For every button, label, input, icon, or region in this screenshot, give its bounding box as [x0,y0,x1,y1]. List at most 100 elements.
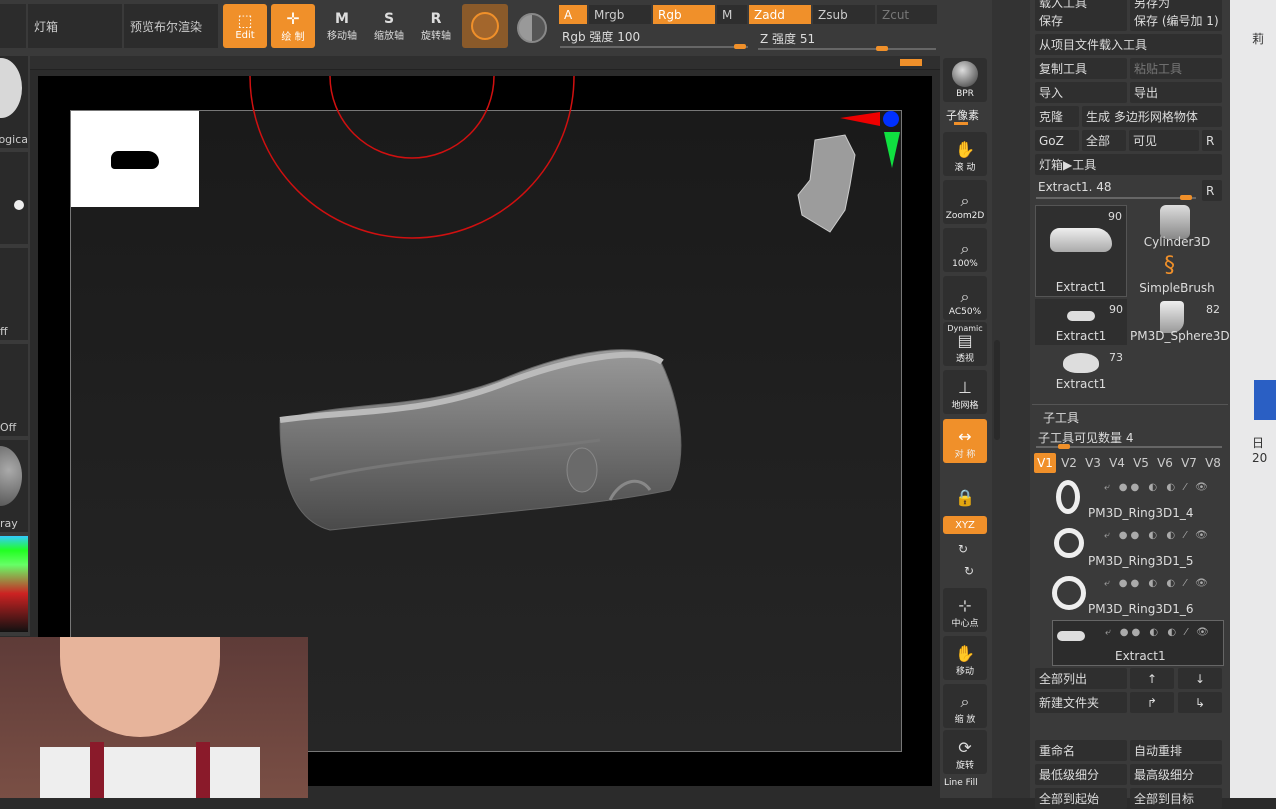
all-to-target-button[interactable]: 全部到目标 [1130,788,1222,809]
save-button[interactable]: 保存 [1035,10,1127,31]
toolbar-edge-button[interactable] [0,4,26,48]
z-intensity-slider[interactable] [758,48,936,50]
move-view-button[interactable]: ✋ 移动 [943,636,987,680]
color-picker[interactable] [0,536,28,632]
rotate-view-button[interactable]: ⟳ 旋转 [943,730,987,774]
tool-item[interactable]: 90 Extract1 [1035,205,1127,297]
scroll-button[interactable]: ✋ 滚 动 [943,132,987,176]
lightbox-tools-button[interactable]: 灯箱▶工具 [1035,154,1222,175]
zoom2d-button[interactable]: ⌕ Zoom2D [943,180,987,224]
tab-v8[interactable]: V8 [1202,453,1224,473]
reference-image[interactable] [0,637,308,798]
zoom-view-button[interactable]: ⌕ 缩 放 [943,684,987,728]
subtool-visible-knob[interactable] [1058,444,1070,449]
brush-thumbnail[interactable]: ogica [0,56,28,148]
tab-v2[interactable]: V2 [1058,453,1080,473]
rgb-intensity-slider[interactable] [560,46,748,48]
tool-item[interactable]: § SimpleBrush [1130,253,1224,297]
alpha-thumbnail[interactable]: ff [0,248,28,340]
edit-button[interactable]: ⬚ Edit [223,4,267,48]
make-polymesh-button[interactable]: 生成 多边形网格物体 [1082,106,1222,127]
perspective-button[interactable]: Dynamic ▤ 透视 [943,322,987,366]
highest-subdiv-button[interactable]: 最高级细分 [1130,764,1222,785]
tool-slider[interactable] [1036,197,1196,199]
indent-down-button[interactable]: ↳ [1178,692,1222,713]
subtool-toggle-icons[interactable]: ⤶ ●● ◐ ◐ ⁄ 👁 [1104,482,1211,493]
tab-v4[interactable]: V4 [1106,453,1128,473]
subtool-item[interactable]: ⤶ ●● ◐ ◐ ⁄ 👁 PM3D_Ring3D1_5 [1052,524,1224,570]
goz-r-button[interactable]: R [1202,130,1222,151]
stroke-thumbnail[interactable] [0,152,28,244]
subtool-toggle-icons[interactable]: ⤶ ●● ◐ ◐ ⁄ 👁 [1105,627,1212,638]
subpixel-slider[interactable] [954,122,968,125]
goz-visible-button[interactable]: 可见 [1129,130,1199,151]
goz-all-button[interactable]: 全部 [1082,130,1126,151]
view-gizmo[interactable] [790,110,902,240]
m-toggle[interactable]: M [717,5,747,24]
material-thumbnail[interactable]: ray [0,440,28,532]
preview-boolean-button[interactable]: 预览布尔渲染 [124,4,218,48]
xyz-button[interactable]: XYZ [943,516,987,534]
zcut-toggle[interactable]: Zcut [877,5,937,24]
subtool-title[interactable]: 子工具 [1043,409,1079,426]
rename-button[interactable]: 重命名 [1035,740,1127,761]
tool-item[interactable]: 90 Extract1 [1035,299,1127,345]
save-increment-button[interactable]: 保存 (编号加 1) [1130,10,1222,31]
mode-a-toggle[interactable]: A [559,5,587,24]
tab-v7[interactable]: V7 [1178,453,1200,473]
move-down-button[interactable]: ↓ [1178,668,1222,689]
new-folder-button[interactable]: 新建文件夹 [1035,692,1127,713]
ruler-marker[interactable] [900,59,922,66]
tool-item[interactable]: Cylinder3D [1130,205,1224,251]
list-all-button[interactable]: 全部列出 [1035,668,1127,689]
color-button[interactable] [512,8,552,48]
line-fill-label[interactable]: Line Fill [944,778,978,788]
center-button[interactable]: ⊹ 中心点 [943,588,987,632]
paste-tool-button[interactable]: 粘贴工具 [1130,58,1222,79]
export-button[interactable]: 导出 [1130,82,1222,103]
symmetry-button[interactable]: ↔ 对 称 [943,419,987,463]
auto-reorder-button[interactable]: 自动重排 [1130,740,1222,761]
bpr-button[interactable]: BPR [943,58,987,102]
tool-r-button[interactable]: R [1202,180,1222,201]
import-button[interactable]: 导入 [1035,82,1127,103]
lowest-subdiv-button[interactable]: 最低级细分 [1035,764,1127,785]
tool-item[interactable]: 82 PM3D_Sphere3D [1130,299,1230,345]
subtool-item[interactable]: ⤶ ●● ◐ ◐ ⁄ 👁 PM3D_Ring3D1_6 [1052,572,1224,618]
panel-scrollbar[interactable] [994,340,1000,440]
subtool-item[interactable]: ⤶ ●● ◐ ◐ ⁄ 👁 PM3D_Ring3D1_4 [1052,476,1224,522]
tab-v6[interactable]: V6 [1154,453,1176,473]
rgb-intensity-knob[interactable] [734,44,746,49]
mrgb-toggle[interactable]: Mrgb [589,5,651,24]
scale-button[interactable]: S 缩放轴 [367,4,411,48]
move-up-button[interactable]: ↑ [1130,668,1174,689]
rotate-button[interactable]: R 旋转轴 [414,4,458,48]
rotate-y-icon[interactable]: ↻ [958,542,968,556]
subtool-item-selected[interactable]: ⤶ ●● ◐ ◐ ⁄ 👁 Extract1 [1052,620,1224,666]
move-button[interactable]: M 移动轴 [320,4,364,48]
indent-right-button[interactable]: ↱ [1130,692,1174,713]
actual-size-button[interactable]: ⌕ 100% [943,228,987,272]
z-intensity-knob[interactable] [876,46,888,51]
load-from-project-button[interactable]: 从项目文件载入工具 [1035,34,1222,55]
zsub-toggle[interactable]: Zsub [813,5,875,24]
tab-v3[interactable]: V3 [1082,453,1104,473]
navigation-thumbnail[interactable] [71,111,199,207]
zadd-toggle[interactable]: Zadd [749,5,811,24]
copy-tool-button[interactable]: 复制工具 [1035,58,1127,79]
texture-thumbnail[interactable]: Off [0,344,28,436]
rotate-z-icon[interactable]: ↻ [964,564,974,578]
rgb-toggle[interactable]: Rgb [653,5,715,24]
tab-v5[interactable]: V5 [1130,453,1152,473]
subtool-toggle-icons[interactable]: ⤶ ●● ◐ ◐ ⁄ 👁 [1104,578,1211,589]
draw-button[interactable]: ✛ 绘 制 [271,4,315,48]
tab-v1[interactable]: V1 [1034,453,1056,473]
tool-slider-knob[interactable] [1180,195,1192,200]
desktop-icon[interactable] [1254,380,1276,420]
lock-button[interactable]: 🔒 [943,467,987,511]
clone-button[interactable]: 克隆 [1035,106,1079,127]
goz-button[interactable]: GoZ [1035,130,1079,151]
all-to-start-button[interactable]: 全部到起始 [1035,788,1127,809]
ac50-button[interactable]: ⌕ AC50% [943,276,987,320]
floor-button[interactable]: ⊥ 地网格 [943,370,987,414]
